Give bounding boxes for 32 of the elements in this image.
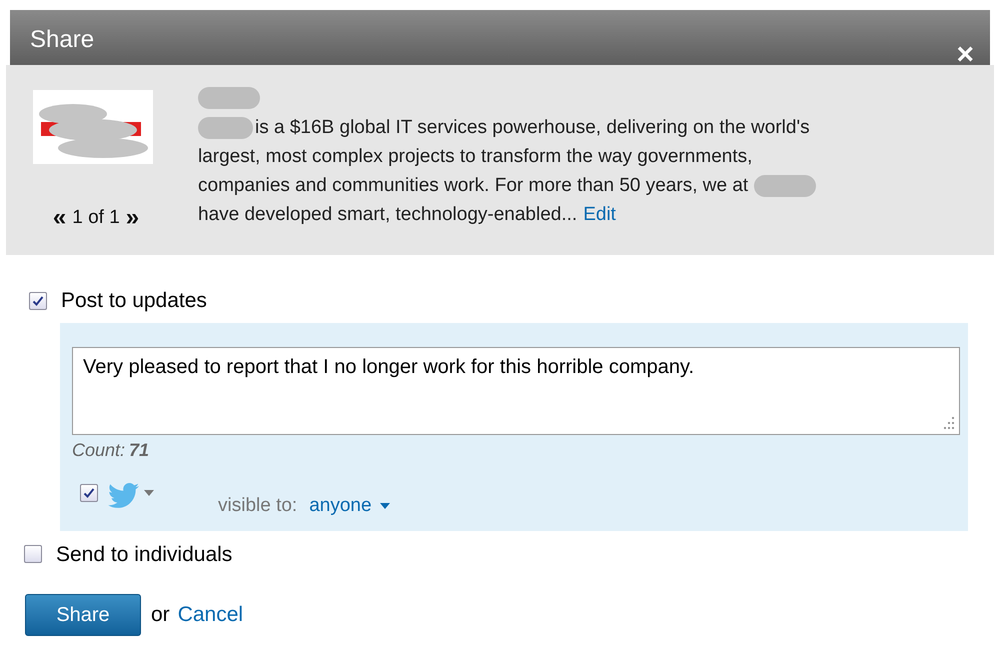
checkbox-label: Send to individuals [56,542,232,568]
or-text: or [151,602,170,628]
checkbox[interactable] [24,545,42,564]
dialog-title: Share [30,25,94,55]
description-line: largest, most complex projects to transform the way governments, [198,145,752,169]
share-button[interactable]: Share [25,594,141,636]
checkbox-label: Post to updates [61,288,207,314]
page-counter: 1 of 1 [72,206,120,230]
message-field[interactable]: Very pleased to report that I no longer work for this horrible company. [72,346,960,434]
description-line: have developed smart, technology-enabled... [198,203,578,227]
visibility-label: visible to: [218,494,298,518]
resize-grip-icon[interactable] [941,416,955,430]
redaction-mark [198,87,260,109]
previous-button[interactable]: « [52,206,66,230]
cancel-link[interactable]: Cancel [178,599,244,631]
check-icon [32,294,44,307]
description-line: is a $16B global IT services powerhouse, delivering on the world's [255,116,810,140]
check-icon [83,486,95,499]
character-count: 71 [129,438,150,462]
redaction-mark [198,116,253,138]
edit-link[interactable]: Edit [583,200,616,229]
count-label: Count: [72,438,126,462]
next-button[interactable]: » [126,206,140,230]
visibility-dropdown[interactable]: anyone [309,492,390,520]
checkbox[interactable] [80,484,98,502]
redaction-mark [754,174,816,196]
checkbox[interactable] [29,292,47,310]
description-line: companies and communities work. For more than 50 years, we at [198,174,748,198]
close-button[interactable]: × [956,40,974,70]
bird-icon [108,482,140,509]
caret-icon [380,502,390,509]
caret-icon[interactable] [144,488,154,498]
